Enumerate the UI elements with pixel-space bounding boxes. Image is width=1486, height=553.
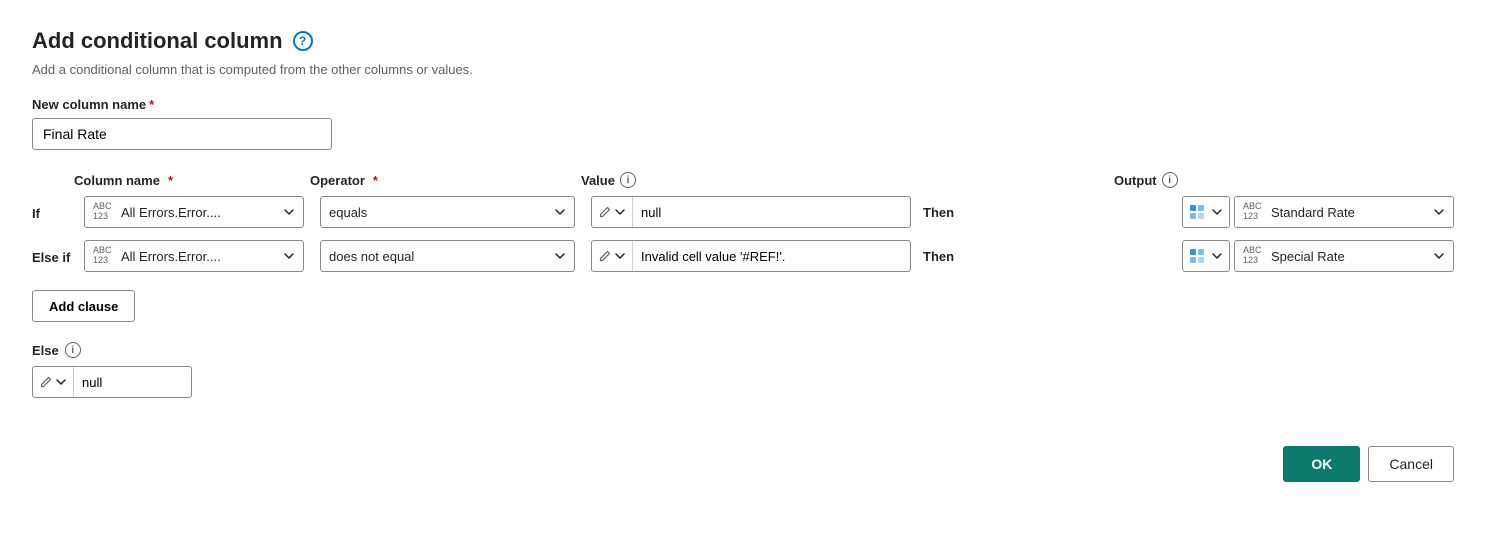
else-value-wrapper [32, 366, 192, 398]
elseif-column-name-value: All Errors.Error.... [121, 249, 277, 264]
dialog-subtitle: Add a conditional column that is compute… [32, 62, 1454, 77]
if-value-wrapper [591, 196, 911, 228]
if-value-type-btn[interactable] [592, 197, 633, 227]
dialog-container: Add conditional column ? Add a condition… [32, 28, 1454, 482]
else-value-chevron-icon [55, 376, 67, 388]
elseif-output-value: Special Rate [1271, 249, 1427, 264]
if-operator-value: equals [329, 205, 548, 220]
dialog-title: Add conditional column [32, 28, 283, 54]
elseif-column-chevron-icon [283, 250, 295, 262]
if-label: If [32, 204, 84, 221]
elseif-grid-icon [1189, 248, 1205, 264]
elseif-value-wrapper [591, 240, 911, 272]
if-row: If ABC 123 All Errors.Error.... equals [32, 196, 1454, 228]
help-icon[interactable]: ? [293, 31, 313, 51]
abc-123-icon: ABC 123 [93, 202, 115, 222]
dialog-footer: OK Cancel [32, 430, 1454, 482]
header-required-star: * [168, 173, 173, 188]
elseif-abc-123-icon: ABC 123 [93, 246, 115, 266]
elseif-output-chevron-icon [1433, 250, 1445, 262]
else-pencil-icon [39, 375, 53, 389]
if-grid-icon [1189, 204, 1205, 220]
header-column-name: Column name * [74, 173, 294, 188]
add-clause-button[interactable]: Add clause [32, 290, 135, 322]
if-then-label: Then [923, 205, 954, 220]
if-value-input[interactable] [633, 197, 910, 227]
if-output-type-btn[interactable] [1182, 196, 1230, 228]
column-name-label: New column name* [32, 97, 1454, 112]
else-value-input[interactable] [74, 367, 192, 397]
else-if-row: Else if ABC 123 All Errors.Error.... doe… [32, 240, 1454, 272]
header-operator: Operator * [310, 173, 565, 188]
else-value-type-btn[interactable] [33, 367, 74, 397]
elseif-value-chevron-icon [614, 250, 626, 262]
elseif-output-abc-icon: ABC 123 [1243, 246, 1265, 266]
if-value-chevron-icon [614, 206, 626, 218]
elseif-operator-value: does not equal [329, 249, 548, 264]
column-headers: Column name * Operator * Value i Output … [32, 172, 1454, 188]
elseif-operator-chevron-icon [554, 250, 566, 262]
output-info-icon[interactable]: i [1162, 172, 1178, 188]
if-column-name-dropdown[interactable]: ABC 123 All Errors.Error.... [84, 196, 304, 228]
if-output-type-chevron-icon [1211, 206, 1223, 218]
elseif-operator-dropdown[interactable]: does not equal [320, 240, 575, 272]
ok-button[interactable]: OK [1283, 446, 1360, 482]
if-column-name-value: All Errors.Error.... [121, 205, 277, 220]
new-column-name-section: New column name* [32, 97, 1454, 172]
else-info-icon[interactable]: i [65, 342, 81, 358]
cancel-button[interactable]: Cancel [1368, 446, 1454, 482]
elseif-output-wrapper: ABC 123 Special Rate [1182, 240, 1454, 272]
if-output-abc-icon: ABC 123 [1243, 202, 1265, 222]
column-name-input[interactable] [32, 118, 332, 150]
if-output-value: Standard Rate [1271, 205, 1427, 220]
else-input-row [32, 366, 1454, 398]
elseif-column-name-dropdown[interactable]: ABC 123 All Errors.Error.... [84, 240, 304, 272]
if-output-value-dropdown[interactable]: ABC 123 Standard Rate [1234, 196, 1454, 228]
elseif-output-type-btn[interactable] [1182, 240, 1230, 272]
else-section-label-row: Else i [32, 342, 1454, 358]
if-output-chevron-icon [1433, 206, 1445, 218]
elseif-value-type-btn[interactable] [592, 241, 633, 271]
header-output: Output i [1114, 172, 1454, 188]
operator-required-star: * [373, 173, 378, 188]
if-output-wrapper: ABC 123 Standard Rate [1182, 196, 1454, 228]
elseif-output-value-dropdown[interactable]: ABC 123 Special Rate [1234, 240, 1454, 272]
if-operator-chevron-icon [554, 206, 566, 218]
else-label: Else [32, 343, 59, 358]
title-row: Add conditional column ? [32, 28, 1454, 54]
elseif-pencil-icon [598, 249, 612, 263]
if-pencil-icon [598, 205, 612, 219]
elseif-then-label: Then [923, 249, 954, 264]
if-operator-dropdown[interactable]: equals [320, 196, 575, 228]
required-star: * [149, 97, 154, 112]
header-value: Value i [581, 172, 901, 188]
elseif-output-type-chevron-icon [1211, 250, 1223, 262]
value-info-icon[interactable]: i [620, 172, 636, 188]
if-column-chevron-icon [283, 206, 295, 218]
else-if-label: Else if [32, 248, 84, 265]
elseif-value-input[interactable] [633, 241, 910, 271]
